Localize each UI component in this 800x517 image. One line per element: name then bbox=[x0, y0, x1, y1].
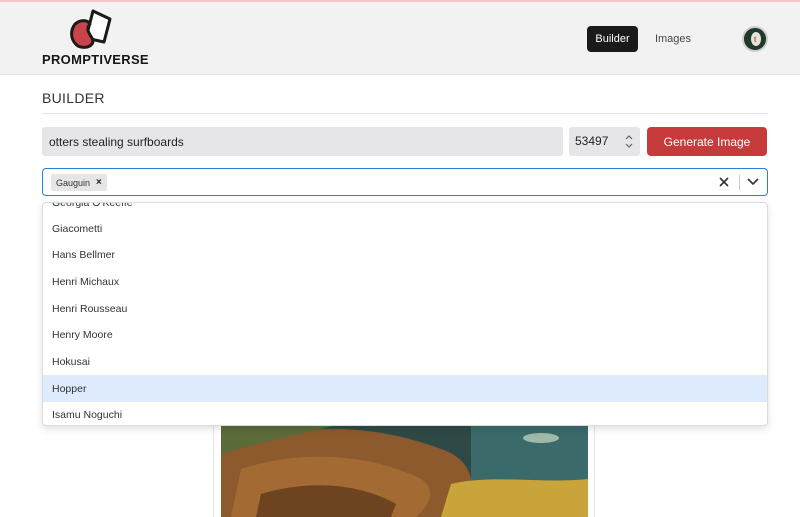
nav-images-tab[interactable]: Images bbox=[646, 26, 700, 52]
artist-options-dropdown: Georgia O'Keeffe Giacometti Hans Bellmer… bbox=[42, 202, 768, 426]
selected-artist-chip: Gauguin × bbox=[51, 174, 107, 191]
brand-name[interactable]: PROMPTIVERSE bbox=[42, 52, 149, 67]
artist-option[interactable]: Georgia O'Keeffe bbox=[43, 203, 767, 216]
generate-image-button[interactable]: Generate Image bbox=[647, 127, 767, 156]
artist-option-highlighted[interactable]: Hopper bbox=[43, 375, 767, 402]
close-icon[interactable]: × bbox=[96, 177, 102, 188]
seed-value: 53497 bbox=[575, 134, 609, 148]
artist-option[interactable]: Isamu Noguchi bbox=[43, 401, 767, 425]
clear-all-close-icon[interactable] bbox=[715, 173, 733, 191]
prompt-input[interactable] bbox=[42, 127, 563, 156]
artist-multi-select[interactable]: Gauguin × bbox=[42, 168, 768, 196]
promptiverse-logo-icon[interactable] bbox=[66, 8, 116, 52]
indicator-separator bbox=[739, 175, 740, 190]
artist-option[interactable]: Henri Rousseau bbox=[43, 295, 767, 322]
header: PROMPTIVERSE Builder Images t bbox=[0, 2, 800, 75]
stepper-updown-icon[interactable] bbox=[625, 134, 633, 149]
generated-image[interactable] bbox=[221, 424, 588, 517]
nav-builder-tab[interactable]: Builder bbox=[587, 26, 638, 52]
artist-option[interactable]: Henry Moore bbox=[43, 321, 767, 348]
title-divider bbox=[42, 113, 768, 114]
chevron-down-icon[interactable] bbox=[744, 173, 762, 191]
artist-option[interactable]: Hokusai bbox=[43, 348, 767, 375]
page-title: BUILDER bbox=[42, 90, 105, 106]
artist-option[interactable]: Hans Bellmer bbox=[43, 241, 767, 268]
seed-number-input[interactable]: 53497 bbox=[569, 127, 640, 156]
artist-option[interactable]: Henri Michaux bbox=[43, 268, 767, 295]
chip-label: Gauguin bbox=[56, 177, 91, 188]
avatar-image-icon: t bbox=[744, 28, 766, 50]
avatar[interactable]: t bbox=[742, 26, 768, 52]
artist-option[interactable]: Giacometti bbox=[43, 215, 767, 242]
